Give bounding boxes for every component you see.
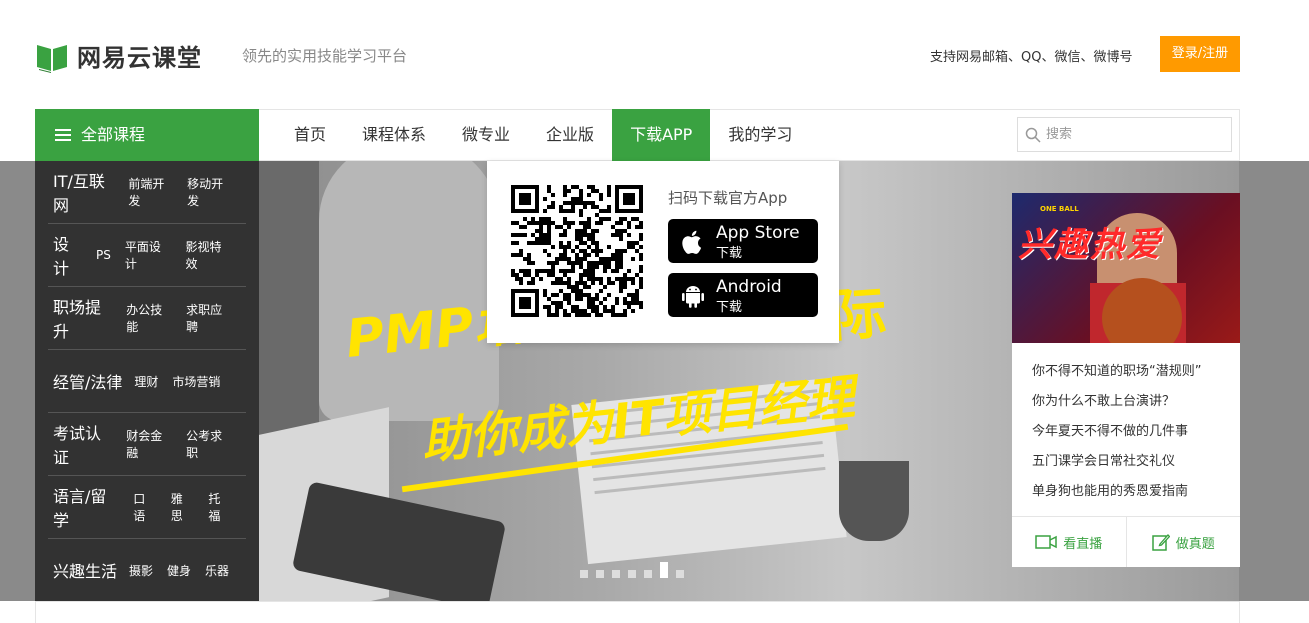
category-label: 语言/留学 xyxy=(53,487,107,530)
category-sidebar: IT/互联网 前端开发 移动开发 设计 PS 平面设计 影视特效 职场提升 办公技能 求职应聘 经管… xyxy=(35,161,259,602)
subcategory-link[interactable]: 前端开发 xyxy=(128,175,173,209)
video-icon xyxy=(1035,535,1057,549)
watch-live-button[interactable]: 看直播 xyxy=(1012,517,1126,567)
subcategory-link[interactable]: 摄影 xyxy=(129,562,153,579)
practice-exam-label: 做真题 xyxy=(1175,536,1215,552)
promo-action-buttons: 看直播 做真题 xyxy=(1012,516,1240,567)
category-label: IT/互联网 xyxy=(53,172,105,215)
app-store-download-button[interactable]: App Store 下载 xyxy=(668,219,818,263)
category-label: 设计 xyxy=(53,235,70,278)
category-item[interactable]: 兴趣生活 摄影 健身 乐器 xyxy=(48,539,246,602)
carousel-dot[interactable] xyxy=(628,570,636,578)
edit-icon xyxy=(1151,534,1170,551)
subcategory-link[interactable]: 雅思 xyxy=(171,490,195,524)
carousel-dot[interactable] xyxy=(612,570,620,578)
promo-link[interactable]: 五门课学会日常社交礼仪 xyxy=(1032,447,1201,477)
promo-link-list: 你不得不知道的职场“潜规则” 你为什么不敢上台演讲？ 今年夏天不得不做的几件事 五门课… xyxy=(1032,357,1201,507)
android-sublabel: 下载 xyxy=(716,300,743,315)
search-box[interactable] xyxy=(1017,117,1232,152)
category-label: 经管/法律 xyxy=(53,373,123,392)
all-courses-label: 全部课程 xyxy=(81,125,146,144)
practice-exam-button[interactable]: 做真题 xyxy=(1125,517,1241,567)
hero-mug-image xyxy=(839,461,909,541)
watch-live-label: 看直播 xyxy=(1063,536,1103,552)
menu-icon xyxy=(55,129,71,141)
subcategory-link[interactable]: 公考求职 xyxy=(186,427,232,461)
promo-link[interactable]: 你不得不知道的职场“潜规则” xyxy=(1032,357,1201,387)
logo[interactable]: 网易云课堂 xyxy=(35,38,202,73)
category-item[interactable]: 职场提升 办公技能 求职应聘 xyxy=(48,287,246,350)
carousel-dot[interactable] xyxy=(644,570,652,578)
banner-tag: ONE BALL xyxy=(1040,205,1079,213)
promo-link[interactable]: 今年夏天不得不做的几件事 xyxy=(1032,417,1201,447)
category-label: 职场提升 xyxy=(53,298,102,341)
promo-banner-image[interactable]: ONE BALL 兴趣热爱 xyxy=(1012,193,1240,343)
qr-code xyxy=(511,185,643,317)
subcategory-link[interactable]: PS xyxy=(96,248,111,262)
app-store-label: App Store xyxy=(716,223,800,243)
banner-title: 兴趣热爱 xyxy=(1018,225,1162,265)
promo-link[interactable]: 单身狗也能用的秀恩爱指南 xyxy=(1032,477,1201,507)
subcategory-link[interactable]: 乐器 xyxy=(205,562,229,579)
nav-item[interactable]: 企业版 xyxy=(528,109,612,161)
all-courses-button[interactable]: 全部课程 xyxy=(35,109,259,161)
nav-item[interactable]: 下载APP xyxy=(612,109,711,161)
carousel-dot[interactable] xyxy=(596,570,604,578)
subcategory-link[interactable]: 口语 xyxy=(133,490,157,524)
android-label: Android xyxy=(716,277,782,297)
nav-item[interactable]: 微专业 xyxy=(444,109,528,161)
category-item[interactable]: 考试认证 财会金融 公考求职 xyxy=(48,413,246,476)
carousel-indicators xyxy=(580,562,684,578)
category-label: 兴趣生活 xyxy=(53,562,118,581)
download-app-dropdown: 扫码下载官方App App Store 下载 Android 下载 xyxy=(487,161,839,343)
category-label: 考试认证 xyxy=(53,424,102,467)
subcategory-link[interactable]: 理财 xyxy=(134,373,158,390)
scan-download-text: 扫码下载官方App xyxy=(668,189,788,207)
nav-item[interactable]: 首页 xyxy=(276,109,344,161)
category-item[interactable]: 语言/留学 口语 雅思 托福 xyxy=(48,476,246,539)
login-register-button[interactable]: 登录/注册 xyxy=(1160,36,1240,72)
content-area-top xyxy=(35,601,1240,623)
subcategory-link[interactable]: 市场营销 xyxy=(172,373,220,390)
carousel-dot[interactable] xyxy=(660,562,668,578)
subcategory-link[interactable]: 求职应聘 xyxy=(186,301,232,335)
logo-icon xyxy=(37,44,67,73)
subcategory-link[interactable]: 托福 xyxy=(208,490,232,524)
nav-item[interactable]: 我的学习 xyxy=(710,109,810,161)
slogan: 领先的实用技能学习平台 xyxy=(242,47,408,65)
category-item[interactable]: 设计 PS 平面设计 影视特效 xyxy=(48,224,246,287)
right-promo-panel: ONE BALL 兴趣热爱 你不得不知道的职场“潜规则” 你为什么不敢上台演讲？今… xyxy=(1012,193,1240,567)
subcategory-link[interactable]: 健身 xyxy=(167,562,191,579)
apple-icon xyxy=(682,230,702,254)
category-item[interactable]: 经管/法律 理财 市场营销 xyxy=(48,350,246,413)
subcategory-link[interactable]: 影视特效 xyxy=(185,238,232,272)
site-header: 网易云课堂 领先的实用技能学习平台 支持网易邮箱、QQ、微信、微博号 登录/注册 xyxy=(0,0,1309,109)
search-icon[interactable] xyxy=(1025,127,1041,143)
logo-text: 网易云课堂 xyxy=(77,44,202,72)
android-icon xyxy=(682,286,704,308)
login-support-text: 支持网易邮箱、QQ、微信、微博号 xyxy=(930,50,1133,65)
app-store-sublabel: 下载 xyxy=(716,246,743,261)
subcategory-link[interactable]: 移动开发 xyxy=(187,175,232,209)
nav-item[interactable]: 课程体系 xyxy=(344,109,444,161)
main-nav: 首页 课程体系 微专业 企业版 下载APP 我的学习 xyxy=(276,109,810,161)
subcategory-link[interactable]: 办公技能 xyxy=(126,301,172,335)
subcategory-link[interactable]: 财会金融 xyxy=(126,427,172,461)
carousel-dot[interactable] xyxy=(676,570,684,578)
subcategory-link[interactable]: 平面设计 xyxy=(125,238,172,272)
promo-link[interactable]: 你为什么不敢上台演讲？ xyxy=(1032,387,1201,417)
category-item[interactable]: IT/互联网 前端开发 移动开发 xyxy=(48,161,246,224)
search-input[interactable] xyxy=(1046,118,1226,151)
android-download-button[interactable]: Android 下载 xyxy=(668,273,818,317)
carousel-dot[interactable] xyxy=(580,570,588,578)
